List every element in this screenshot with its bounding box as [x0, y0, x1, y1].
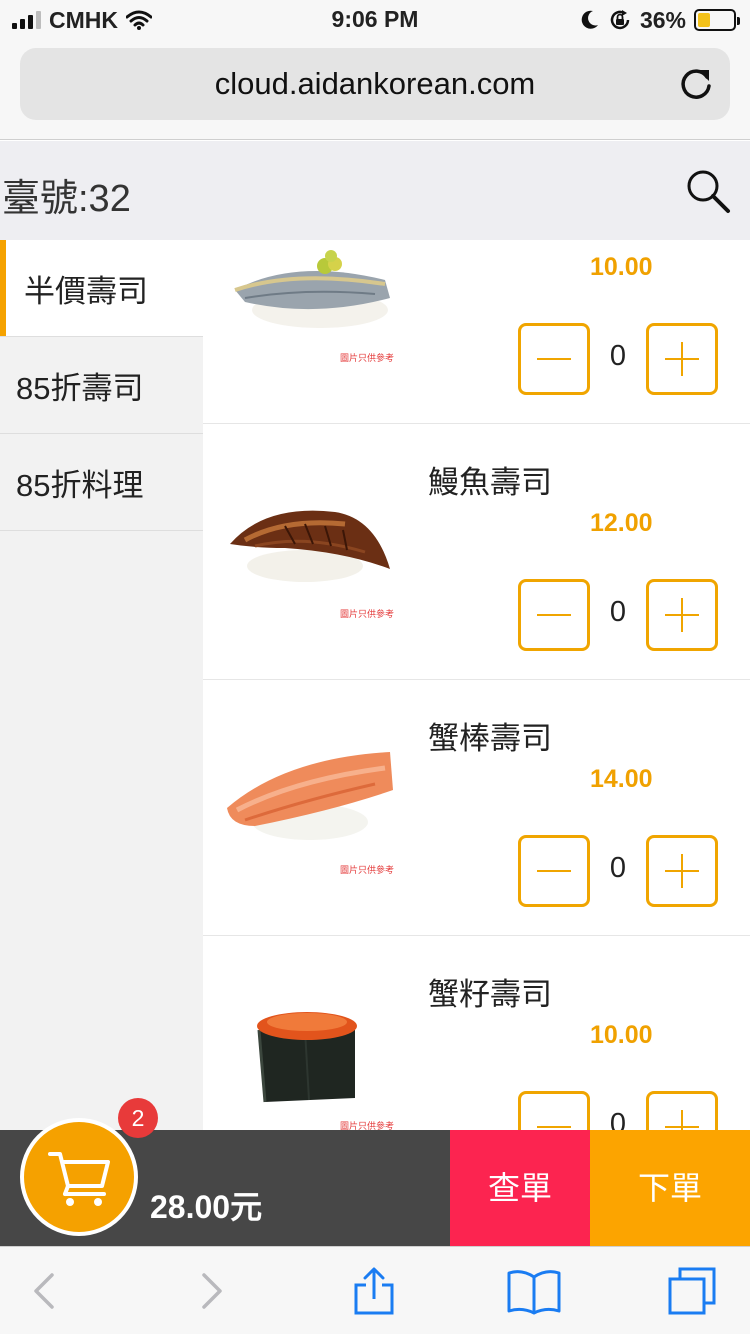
image-disclaimer: 圖片只供參考 [340, 609, 395, 619]
search-icon[interactable] [684, 167, 732, 215]
decrease-button[interactable] [518, 579, 590, 651]
menu-item: 圖片只供參考 10.00 0 [203, 240, 750, 424]
item-price: 10.00 [590, 253, 653, 281]
menu-list[interactable]: 圖片只供參考 10.00 0 圖片只供參考 鰻魚壽司 12.00 0 圖片只供參… [203, 240, 750, 1130]
item-price: 14.00 [590, 765, 653, 793]
category-sidebar: 半價壽司 85折壽司 85折料理 [0, 240, 203, 1130]
menu-item: 圖片只供參考 蟹棒壽司 14.00 0 [203, 679, 750, 935]
table-number: 臺號:32 [2, 178, 131, 220]
reload-icon[interactable] [676, 64, 716, 104]
image-disclaimer: 圖片只供參考 [340, 1121, 395, 1130]
category-label: 半價壽司 [24, 273, 148, 309]
check-order-button[interactable]: 查單 [450, 1130, 590, 1246]
orientation-lock-icon [610, 10, 630, 30]
status-bar: CMHK 9:06 PM 36% [0, 0, 750, 40]
mackerel-sushi-image [234, 250, 390, 328]
increase-button[interactable] [646, 835, 718, 907]
browser-address-area: cloud.aidankorean.com [0, 40, 750, 140]
image-disclaimer: 圖片只供參考 [340, 865, 395, 875]
cart-button[interactable]: 2 [20, 1098, 158, 1236]
decrease-button[interactable] [518, 323, 590, 395]
bookmarks-icon[interactable] [506, 1267, 562, 1315]
share-icon[interactable] [350, 1267, 398, 1315]
decrease-button[interactable] [518, 835, 590, 907]
battery-percent: 36% [639, 6, 686, 33]
item-price: 12.00 [590, 509, 653, 537]
image-disclaimer: 圖片只供參考 [340, 353, 395, 363]
item-quantity: 0 [609, 596, 627, 628]
forward-icon[interactable] [186, 1267, 234, 1315]
battery-icon [694, 9, 740, 31]
cart-count-badge: 2 [118, 1098, 158, 1138]
menu-item: 圖片只供參考 鰻魚壽司 12.00 0 [203, 423, 750, 679]
category-label: 85折料理 [16, 467, 144, 503]
increase-button[interactable] [646, 1091, 718, 1130]
status-right: 36% [580, 6, 740, 34]
place-order-button[interactable]: 下單 [590, 1130, 750, 1246]
page-header: 臺號:32 [0, 141, 750, 240]
item-quantity: 0 [609, 1108, 627, 1130]
menu-item: 圖片只供參考 蟹籽壽司 10.00 0 [203, 935, 750, 1130]
address-bar[interactable]: cloud.aidankorean.com [20, 48, 730, 120]
item-name: 鰻魚壽司 [428, 465, 552, 500]
eel-sushi-image [230, 510, 390, 582]
tabs-icon[interactable] [666, 1265, 718, 1317]
cart-bar: 2 28.00元 查單 下單 [0, 1098, 750, 1246]
increase-button[interactable] [646, 579, 718, 651]
browser-toolbar [0, 1246, 750, 1334]
category-label: 85折壽司 [16, 370, 144, 406]
item-price: 10.00 [590, 1021, 653, 1049]
item-quantity: 0 [609, 852, 627, 884]
crab-stick-sushi-image [227, 752, 393, 840]
cart-icon [48, 1152, 110, 1206]
decrease-button[interactable] [518, 1091, 590, 1130]
category-15-off-sushi[interactable]: 85折壽司 [0, 337, 203, 434]
url-text[interactable]: cloud.aidankorean.com [20, 66, 730, 102]
crab-roe-sushi-image [257, 1012, 357, 1103]
moon-icon [581, 10, 598, 29]
item-name: 蟹籽壽司 [428, 977, 552, 1012]
category-half-price-sushi[interactable]: 半價壽司 [0, 240, 203, 337]
item-quantity: 0 [609, 340, 627, 372]
category-15-off-dishes[interactable]: 85折料理 [0, 434, 203, 531]
cart-total: 28.00元 [150, 1189, 263, 1225]
increase-button[interactable] [646, 323, 718, 395]
back-icon[interactable] [22, 1267, 70, 1315]
item-name: 蟹棒壽司 [428, 721, 552, 756]
